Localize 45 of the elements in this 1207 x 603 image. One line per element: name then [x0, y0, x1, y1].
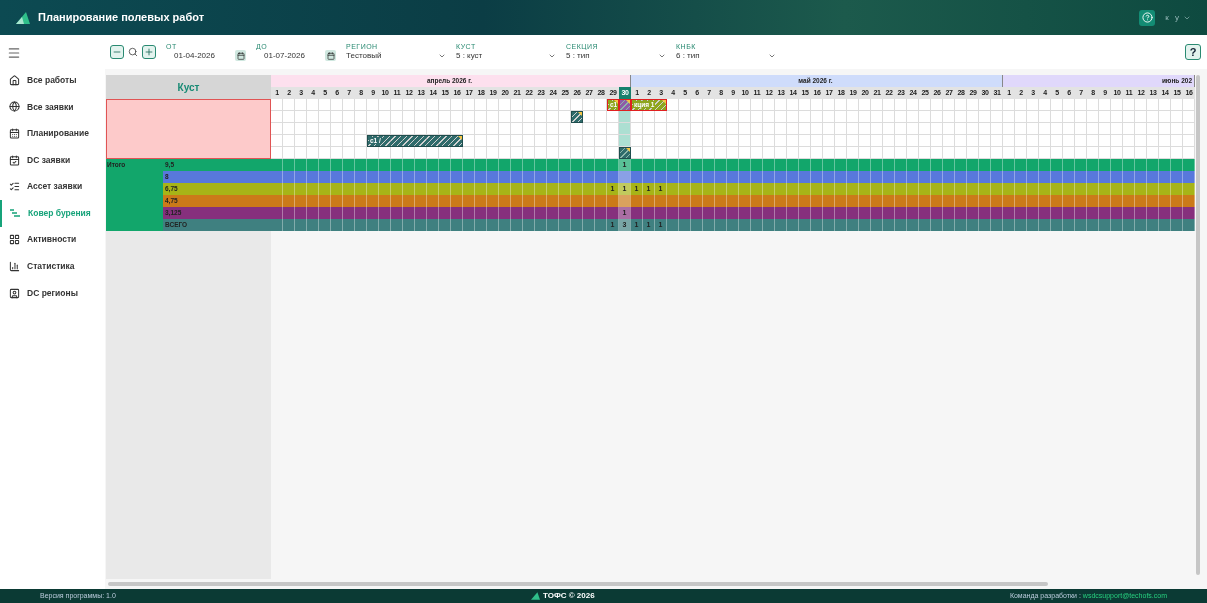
today-cell-highlight: [619, 171, 630, 183]
sidebar-item[interactable]: Статистика: [0, 253, 105, 280]
date-field[interactable]: 01-07-2026: [256, 49, 336, 62]
today-column-highlight: [619, 123, 630, 134]
task-bar[interactable]: [619, 147, 631, 159]
column-header: Куст: [106, 75, 271, 99]
grid-icon: [9, 234, 20, 246]
search-icon[interactable]: [128, 47, 138, 57]
today-column-highlight: [619, 135, 630, 146]
sidebar-item[interactable]: Активности: [0, 226, 105, 254]
zoom-out-button[interactable]: [110, 45, 124, 59]
globe-icon: [9, 101, 20, 113]
vertical-scrollbar[interactable]: [1196, 75, 1200, 575]
menu-icon[interactable]: [7, 46, 21, 60]
person-square-icon: [9, 287, 20, 299]
logo-icon: [16, 11, 30, 24]
calendar-icon[interactable]: [235, 50, 246, 61]
zoom-in-button[interactable]: [142, 45, 156, 59]
sidebar-item[interactable]: Ассет заявки: [0, 173, 105, 200]
help-icon: [1141, 12, 1153, 23]
app-title: Планирование полевых работ: [38, 10, 204, 26]
today-column-highlight: [619, 147, 630, 158]
logo-icon: [531, 592, 540, 600]
task-bar[interactable]: [571, 111, 583, 123]
sidebar-item[interactable]: Все работы: [0, 67, 105, 94]
sidebar-item[interactable]: Все заявки: [0, 93, 105, 121]
bar-chart-icon: [9, 260, 20, 272]
today-column-highlight: [619, 99, 630, 110]
home-icon: [9, 74, 20, 86]
sidebar-item[interactable]: Планирование: [0, 120, 105, 147]
calendar-icon: [9, 128, 20, 139]
horizontal-scrollbar[interactable]: [108, 582, 1048, 586]
today-cell-highlight: [619, 195, 630, 207]
calendar-icon[interactable]: [325, 50, 336, 61]
sidebar-item[interactable]: DC регионы: [0, 279, 105, 307]
help-button[interactable]: ?: [1185, 44, 1201, 60]
help-button[interactable]: [1139, 9, 1156, 26]
user-menu[interactable]: к у: [1165, 11, 1191, 24]
steps-icon: [9, 208, 21, 219]
today-column-highlight: [619, 111, 630, 122]
checklist-icon: [9, 181, 20, 193]
sidebar-item[interactable]: DC заявки: [0, 146, 105, 174]
calendar-check-icon: [9, 154, 20, 166]
brand-text: ТОФС © 2026: [543, 590, 595, 602]
plus-icon: [144, 47, 154, 57]
